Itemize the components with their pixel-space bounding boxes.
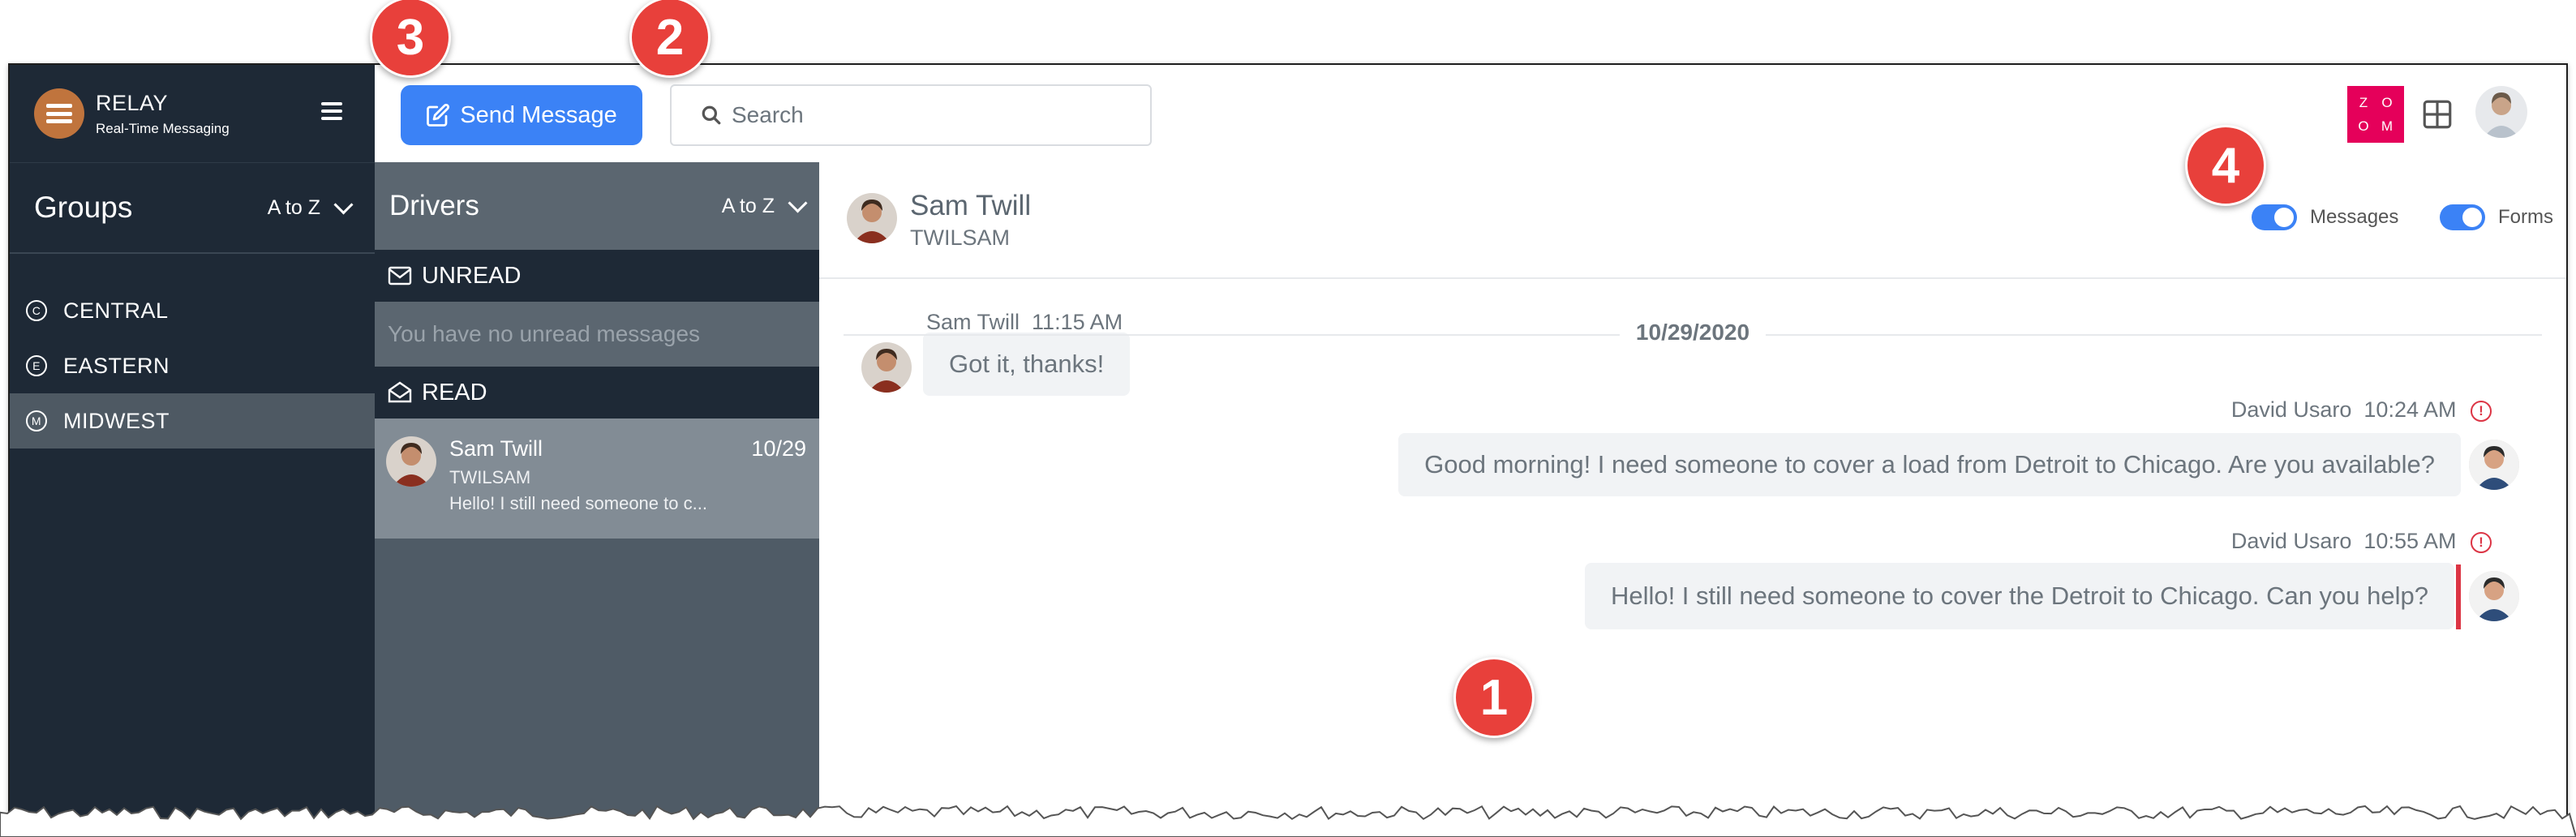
callout-badge-4: 4 xyxy=(2185,125,2266,206)
group-item-eastern[interactable]: E EASTERN xyxy=(10,338,375,393)
conversation-item[interactable]: Sam Twill 10/29 TWILSAM Hello! I still n… xyxy=(375,418,819,539)
toggle-label: Forms xyxy=(2498,206,2553,228)
drivers-title: Drivers xyxy=(389,190,479,221)
group-item-label: CENTRAL xyxy=(63,298,169,323)
groups-sort-dropdown[interactable]: A to Z xyxy=(268,196,320,220)
unread-label: UNREAD xyxy=(422,262,522,289)
date-separator-label: 10/29/2020 xyxy=(1619,320,1767,346)
person-icon xyxy=(853,200,891,243)
person-icon xyxy=(2484,92,2519,138)
message-time: 11:15 AM xyxy=(1032,310,1123,334)
app-window: RELAY Real-Time Messaging Groups A to Z … xyxy=(8,63,2568,826)
hamburger-menu-icon[interactable] xyxy=(321,102,342,120)
send-message-label: Send Message xyxy=(460,101,617,128)
group-item-label: EASTERN xyxy=(63,353,170,378)
person-icon xyxy=(2469,571,2519,621)
person-icon xyxy=(393,443,430,487)
conversation-code: TWILSAM xyxy=(449,467,531,487)
groups-title: Groups xyxy=(34,191,133,224)
sender-avatar xyxy=(2469,571,2519,621)
chevron-down-icon[interactable] xyxy=(333,194,354,215)
callout-badge-2: 2 xyxy=(629,0,711,78)
message-bubble: Hello! I still need someone to cover the… xyxy=(1584,563,2454,629)
sender-avatar xyxy=(2469,440,2519,490)
forms-toggle[interactable]: Forms xyxy=(2440,204,2553,230)
zoom-letter: Z xyxy=(2359,94,2369,110)
messages-toggle[interactable]: Messages xyxy=(2252,204,2398,230)
read-section-header: READ xyxy=(375,367,819,418)
chevron-down-icon[interactable] xyxy=(788,192,808,213)
message-bubble: Good morning! I need someone to cover a … xyxy=(1398,433,2461,496)
message-sender: Sam Twill xyxy=(926,310,1020,334)
groups-sidebar: RELAY Real-Time Messaging Groups A to Z … xyxy=(10,65,375,824)
driver-avatar xyxy=(386,436,436,487)
circle-letter-icon: M xyxy=(26,410,47,431)
person-icon xyxy=(2469,440,2519,490)
group-item-midwest[interactable]: M MIDWEST xyxy=(10,393,375,449)
group-item-central[interactable]: C CENTRAL xyxy=(10,283,375,338)
conversation-date: 10/29 xyxy=(751,436,806,461)
chat-header: Sam Twill TWILSAM Messages Forms xyxy=(819,162,2566,279)
send-message-button[interactable]: Send Message xyxy=(401,85,642,145)
search-input[interactable] xyxy=(730,101,1123,129)
toggle-switch[interactable] xyxy=(2440,204,2485,230)
drivers-panel: Drivers A to Z UNREAD You have no unread… xyxy=(375,162,819,824)
drivers-sort-dropdown[interactable]: A to Z xyxy=(722,195,775,218)
callout-badge-1: 1 xyxy=(1453,657,1535,738)
conversation-snippet: Hello! I still need someone to c... xyxy=(449,493,707,513)
envelope-icon xyxy=(388,266,412,285)
zoom-letter: M xyxy=(2381,118,2394,134)
envelope-open-icon xyxy=(388,381,412,403)
relay-logo-icon xyxy=(34,88,84,139)
contact-avatar xyxy=(847,193,897,243)
circle-letter-icon: E xyxy=(26,355,47,376)
message-meta: David Usaro 10:24 AM ! xyxy=(2231,397,2492,423)
circle-letter-icon: C xyxy=(26,300,47,321)
message-sender: David Usaro xyxy=(2230,529,2352,553)
zoom-letter: O xyxy=(2381,94,2394,110)
warning-icon[interactable]: ! xyxy=(2471,400,2492,422)
person-icon xyxy=(868,349,905,393)
callout-badge-3: 3 xyxy=(370,0,451,78)
read-label: READ xyxy=(422,379,487,406)
group-item-label: MIDWEST xyxy=(63,408,170,433)
unread-indicator-bar xyxy=(2456,564,2461,629)
message-time: 10:24 AM xyxy=(2363,397,2457,422)
unread-section-header: UNREAD xyxy=(375,250,819,302)
search-field[interactable] xyxy=(670,84,1152,146)
brand-name: RELAY xyxy=(96,90,169,115)
toggle-switch[interactable] xyxy=(2252,204,2297,230)
groups-header: Groups A to Z xyxy=(10,163,375,254)
message-meta: David Usaro 10:55 AM ! xyxy=(2231,529,2492,554)
contact-code: TWILSAM xyxy=(910,225,1011,250)
brand-tagline: Real-Time Messaging xyxy=(96,120,230,136)
search-icon xyxy=(702,105,721,125)
layout-grid-icon[interactable] xyxy=(2420,97,2454,131)
brand-header: RELAY Real-Time Messaging xyxy=(10,65,375,163)
toggle-label: Messages xyxy=(2310,206,2399,228)
user-avatar[interactable] xyxy=(2475,86,2527,138)
group-list: C CENTRAL E EASTERN M MIDWEST xyxy=(10,283,375,449)
message-bubble: Got it, thanks! xyxy=(923,333,1131,396)
torn-edge-decoration xyxy=(0,805,2576,837)
chat-panel: Sam Twill TWILSAM Messages Forms Sam Twi… xyxy=(819,162,2566,824)
warning-icon[interactable]: ! xyxy=(2471,531,2492,553)
contact-name: Sam Twill xyxy=(910,190,1032,221)
edit-icon xyxy=(427,103,450,127)
sender-avatar xyxy=(861,342,912,393)
message-time: 10:55 AM xyxy=(2363,529,2457,553)
unread-empty-message: You have no unread messages xyxy=(375,302,819,367)
zoom-logo[interactable]: Z O O M xyxy=(2347,86,2404,143)
zoom-letter: O xyxy=(2358,118,2370,134)
drivers-header: Drivers A to Z xyxy=(375,162,819,250)
message-meta: Sam Twill 11:15 AM xyxy=(926,310,1123,335)
message-sender: David Usaro xyxy=(2230,397,2352,422)
conversation-name: Sam Twill xyxy=(449,436,543,461)
